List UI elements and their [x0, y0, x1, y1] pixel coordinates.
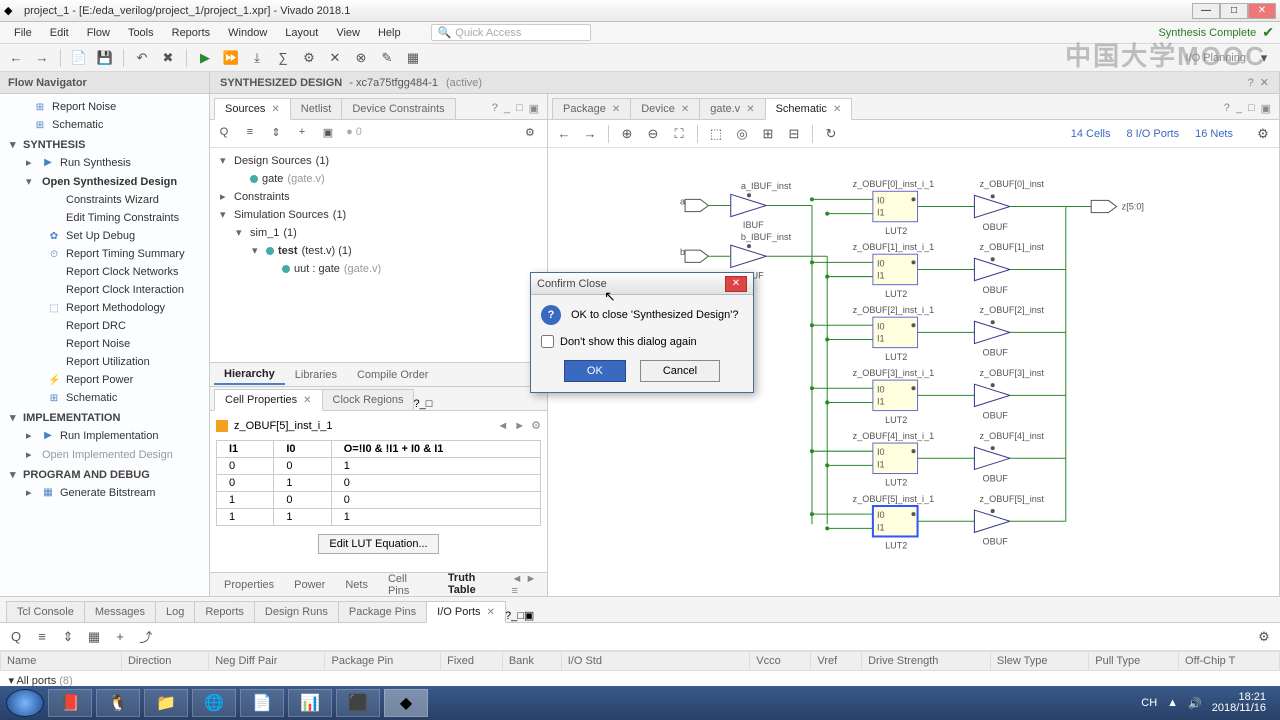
taskbar-app[interactable]: 🌐	[192, 689, 236, 717]
dont-show-checkbox[interactable]: Don't show this dialog again	[541, 335, 743, 348]
cancel-button[interactable]: Cancel	[640, 360, 720, 382]
taskbar-app[interactable]: 📁	[144, 689, 188, 717]
start-button[interactable]	[6, 689, 44, 717]
modal-overlay: Confirm Close ✕ ? OK to close 'Synthesiz…	[0, 0, 1280, 720]
taskbar-app[interactable]: ⬛	[336, 689, 380, 717]
dialog-message: OK to close 'Synthesized Design'?	[571, 309, 738, 321]
taskbar[interactable]: 📕 🐧 📁 🌐 📄 📊 ⬛ ◆ CH ▲ 🔊 18:212018/11/16	[0, 686, 1280, 720]
taskbar-app[interactable]: 📄	[240, 689, 284, 717]
question-icon: ?	[541, 305, 561, 325]
dialog-title: Confirm Close	[537, 278, 725, 290]
clock[interactable]: 18:212018/11/16	[1212, 692, 1266, 714]
taskbar-app-vivado[interactable]: ◆	[384, 689, 428, 717]
taskbar-app[interactable]: 📕	[48, 689, 92, 717]
taskbar-app[interactable]: 🐧	[96, 689, 140, 717]
taskbar-app[interactable]: 📊	[288, 689, 332, 717]
tray-icon[interactable]: ▲	[1167, 697, 1178, 709]
ok-button[interactable]: OK	[564, 360, 626, 382]
dialog-close-icon[interactable]: ✕	[725, 276, 747, 292]
checkbox[interactable]	[541, 335, 554, 348]
confirm-close-dialog: Confirm Close ✕ ? OK to close 'Synthesiz…	[530, 272, 754, 393]
ime-indicator[interactable]: CH	[1141, 697, 1157, 709]
tray-icon[interactable]: 🔊	[1188, 697, 1202, 710]
